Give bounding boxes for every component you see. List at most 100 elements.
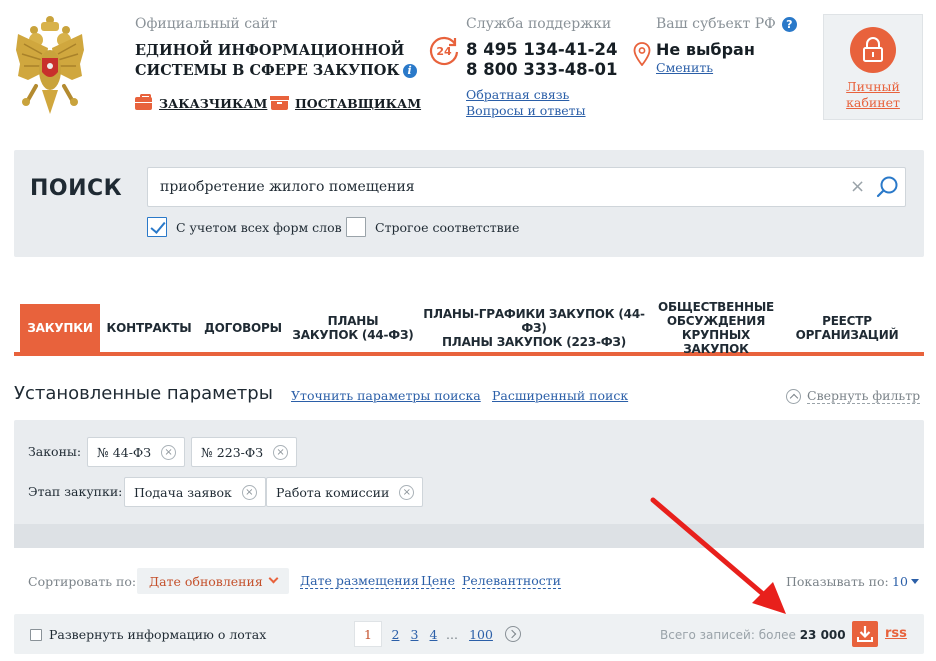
- tab-organizations-registry-label: РЕЕСТР ОРГАНИЗАЦИЙ: [796, 314, 899, 342]
- region-label: Ваш субъект РФ ?: [656, 16, 797, 32]
- page-4[interactable]: 4: [424, 621, 443, 647]
- sort-label: Сортировать по:: [28, 574, 137, 589]
- collapse-filter-button[interactable]: Свернуть фильтр: [786, 388, 921, 404]
- tab-purchase-plans-line1: ПЛАНЫ: [327, 314, 379, 328]
- page-ellipsis: ...: [446, 626, 458, 642]
- params-title: Установленные параметры: [14, 383, 273, 404]
- sort-by-price[interactable]: Цене: [421, 574, 456, 589]
- option-strict[interactable]: Строгое соответствие: [346, 217, 519, 237]
- tab-purchase-plans-line2: ЗАКУПОК (44-ФЗ): [292, 328, 414, 342]
- support-links: Обратная связь Вопросы и ответы: [466, 87, 586, 119]
- strict-checkbox[interactable]: [346, 217, 366, 237]
- info-icon[interactable]: i: [402, 64, 417, 78]
- tab-organizations-registry[interactable]: РЕЕСТР ОРГАНИЗАЦИЙ: [782, 304, 912, 352]
- collapse-filter-label: Свернуть фильтр: [807, 388, 921, 404]
- cabinet-line-2: кабинет: [846, 95, 900, 110]
- filter-panel-footer: [14, 524, 924, 548]
- tab-public-discussions-label: ОБЩЕСТВЕННЫЕ ОБСУЖДЕНИЯ КРУПНЫХ ЗАКУПОК: [650, 300, 782, 356]
- feedback-link[interactable]: Обратная связь: [466, 87, 586, 103]
- remove-chip-icon[interactable]: ×: [161, 444, 177, 460]
- tab-purchases[interactable]: ЗАКУПКИ: [20, 304, 100, 352]
- location-pin-icon: [633, 42, 651, 66]
- law-chip-223-label: № 223-ФЗ: [201, 444, 264, 460]
- advanced-search-link[interactable]: Расширенный поиск: [492, 388, 628, 403]
- remove-chip-icon[interactable]: ×: [273, 444, 289, 460]
- sort-by-relevance[interactable]: Релевантности: [462, 574, 561, 589]
- support-phone-2: 8 800 333-48-01: [466, 60, 618, 79]
- results-bar: Развернуть информацию о лотах 1 2 3 4 ..…: [14, 614, 924, 654]
- customers-link[interactable]: ЗАКАЗЧИКАМ: [135, 94, 267, 111]
- sort-active-label: Дате обновления: [149, 573, 263, 589]
- tab-schedules-line1: ПЛАНЫ-ГРАФИКИ ЗАКУПОК (44-ФЗ): [423, 307, 645, 335]
- suppliers-link[interactable]: ПОСТАВЩИКАМ: [270, 96, 422, 111]
- cabinet-line-1: Личный: [846, 79, 900, 94]
- page-3[interactable]: 3: [405, 621, 424, 647]
- page-100[interactable]: 100: [461, 621, 501, 647]
- rss-link[interactable]: rss: [885, 626, 907, 641]
- expand-lots-checkbox[interactable]: [30, 628, 42, 641]
- expand-lots-toggle[interactable]: Развернуть информацию о лотах: [30, 627, 266, 642]
- tab-public-discussions-line1: ОБЩЕСТВЕННЫЕ: [657, 300, 775, 314]
- page-2[interactable]: 2: [386, 621, 405, 647]
- site-subtitle: Официальный сайт: [135, 16, 278, 32]
- tab-contracts[interactable]: КОНТРАКТЫ: [100, 304, 198, 352]
- suppliers-link-label: ПОСТАВЩИКАМ: [295, 96, 422, 111]
- stage-chip-applications-label: Подача заявок: [134, 484, 232, 500]
- help-icon[interactable]: ?: [781, 16, 797, 32]
- caret-down-icon: [910, 579, 919, 584]
- strict-label: Строгое соответствие: [375, 219, 520, 235]
- coat-of-arms-logo[interactable]: [14, 14, 86, 122]
- remove-chip-icon[interactable]: ×: [399, 484, 415, 500]
- faq-link[interactable]: Вопросы и ответы: [466, 103, 586, 119]
- stage-chip-commission-label: Работа комиссии: [276, 484, 390, 500]
- tab-agreements[interactable]: ДОГОВОРЫ: [198, 304, 288, 352]
- support-badge-text: 24: [436, 45, 452, 58]
- stage-chip-applications: Подача заявок ×: [124, 477, 266, 507]
- support-phones: 8 495 134-41-24 8 800 333-48-01: [466, 40, 617, 80]
- clock-24-icon: 24: [429, 36, 459, 66]
- refine-search-link[interactable]: Уточнить параметры поиска: [291, 388, 481, 403]
- search-icon[interactable]: [876, 175, 900, 199]
- total-records-value: 23 000: [799, 628, 846, 642]
- section-tabs: ЗАКУПКИ КОНТРАКТЫ ДОГОВОРЫ ПЛАНЫ ЗАКУПОК …: [14, 300, 924, 356]
- personal-cabinet-button[interactable]: Личный кабинет: [823, 14, 923, 120]
- box-icon: [270, 96, 289, 110]
- briefcase-icon: [135, 94, 152, 110]
- chevron-down-icon: [268, 573, 279, 584]
- pagination: 1 2 3 4 ... 100: [354, 621, 521, 647]
- support-phone-1: 8 495 134-41-24: [466, 40, 618, 59]
- download-button[interactable]: [852, 621, 878, 647]
- tab-purchase-plans-label: ПЛАНЫ ЗАКУПОК (44-ФЗ): [292, 314, 413, 342]
- support-label: Служба поддержки: [466, 16, 612, 32]
- filter-panel: Законы: № 44-ФЗ × № 223-ФЗ × Этап закупк…: [14, 420, 924, 548]
- tab-public-discussions[interactable]: ОБЩЕСТВЕННЫЕ ОБСУЖДЕНИЯ КРУПНЫХ ЗАКУПОК: [650, 300, 782, 356]
- stage-label: Этап закупки:: [28, 484, 123, 499]
- tab-schedules-line2: ПЛАНЫ ЗАКУПОК (223-ФЗ): [441, 335, 627, 349]
- all-forms-label: С учетом всех форм слов: [176, 219, 342, 235]
- clear-search-icon[interactable]: ×: [850, 178, 865, 196]
- page-size-select[interactable]: 10: [892, 574, 919, 589]
- personal-cabinet-link[interactable]: Личный кабинет: [824, 79, 922, 111]
- remove-chip-icon[interactable]: ×: [241, 484, 257, 500]
- total-records: Всего записей: более 23 000: [660, 628, 846, 642]
- next-page-icon[interactable]: [505, 626, 521, 642]
- tab-public-discussions-line2: ОБСУЖДЕНИЯ: [666, 314, 766, 328]
- search-input[interactable]: [147, 167, 906, 207]
- chevron-up-icon: [786, 388, 801, 404]
- sort-by-update-date[interactable]: Дате обновления: [137, 568, 289, 594]
- total-records-label: Всего записей: более: [660, 628, 796, 642]
- tab-schedules-label: ПЛАНЫ-ГРАФИКИ ЗАКУПОК (44-ФЗ) ПЛАНЫ ЗАКУП…: [418, 307, 650, 349]
- site-title-line-2: СИСТЕМЫ В СФЕРЕ ЗАКУПОК i: [135, 61, 417, 81]
- tab-schedules[interactable]: ПЛАНЫ-ГРАФИКИ ЗАКУПОК (44-ФЗ) ПЛАНЫ ЗАКУП…: [418, 304, 650, 352]
- site-title-line-1: ЕДИНОЙ ИНФОРМАЦИОННОЙ: [135, 42, 405, 59]
- region-change-link[interactable]: Сменить: [656, 60, 713, 75]
- all-forms-checkbox[interactable]: [147, 217, 167, 237]
- laws-label: Законы:: [28, 444, 82, 459]
- search-title: ПОИСК: [30, 176, 123, 201]
- page-1[interactable]: 1: [354, 621, 382, 647]
- sort-by-placement-date[interactable]: Дате размещения: [300, 574, 419, 589]
- law-chip-44-label: № 44-ФЗ: [97, 444, 152, 460]
- option-all-forms[interactable]: С учетом всех форм слов: [147, 217, 342, 237]
- tab-registry-line1: РЕЕСТР: [822, 314, 872, 328]
- tab-purchase-plans[interactable]: ПЛАНЫ ЗАКУПОК (44-ФЗ): [288, 304, 418, 352]
